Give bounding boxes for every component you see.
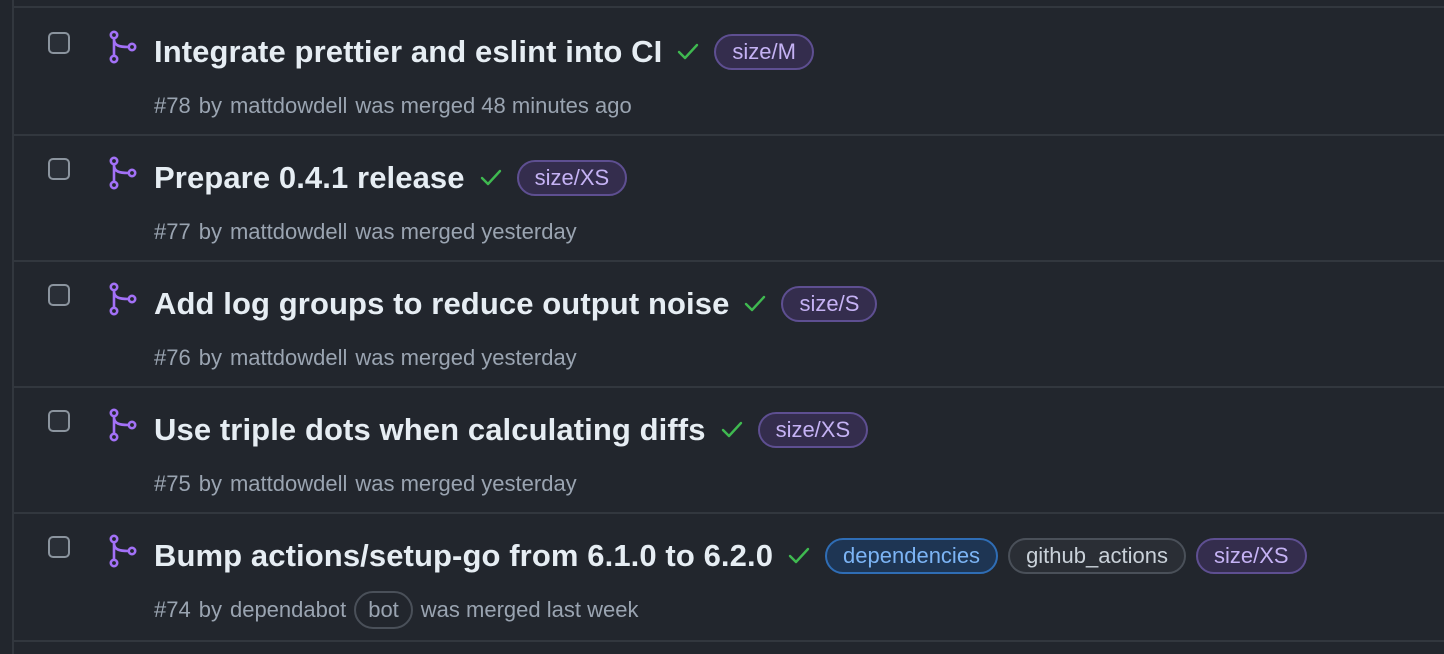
pr-number: #76 [154, 345, 191, 370]
pr-number: #77 [154, 219, 191, 244]
pr-author[interactable]: mattdowdell [230, 219, 347, 245]
pr-by: by [198, 345, 222, 370]
pr-author[interactable]: mattdowdell [230, 93, 347, 119]
git-merge-icon [109, 408, 137, 442]
check-icon[interactable] [718, 416, 746, 444]
pr-meta: #76 by mattdowdell was merged yesterday [154, 336, 577, 380]
pr-title[interactable]: Add log groups to reduce output noise [154, 286, 729, 322]
pr-row[interactable]: Add log groups to reduce output noise si… [14, 260, 1444, 388]
pr-row[interactable]: Bump actions/setup-go from 6.1.0 to 6.2.… [14, 512, 1444, 642]
pr-meta: #74 by dependabot bot was merged last we… [154, 588, 638, 632]
pr-number: #74 [154, 597, 191, 622]
git-merge-icon [109, 534, 137, 568]
label-github-actions[interactable]: github_actions [1008, 538, 1186, 574]
select-checkbox[interactable] [48, 410, 70, 432]
pr-meta: #77 by mattdowdell was merged yesterday [154, 210, 577, 254]
pr-title[interactable]: Prepare 0.4.1 release [154, 160, 465, 196]
git-merge-icon [109, 156, 137, 190]
pr-title[interactable]: Bump actions/setup-go from 6.1.0 to 6.2.… [154, 538, 773, 574]
pr-number: #75 [154, 471, 191, 496]
pr-title[interactable]: Use triple dots when calculating diffs [154, 412, 706, 448]
check-icon[interactable] [785, 542, 813, 570]
pull-request-list: Integrate prettier and eslint into CI si… [12, 0, 1444, 654]
select-checkbox[interactable] [48, 158, 70, 180]
pr-meta: #75 by mattdowdell was merged yesterday [154, 462, 577, 506]
label-size[interactable]: size/S [781, 286, 878, 322]
pr-by: by [198, 93, 222, 118]
pr-status: was merged yesterday [355, 219, 577, 244]
pr-by: by [198, 597, 222, 622]
label-size[interactable]: size/XS [757, 412, 869, 448]
pr-status: was merged 48 minutes ago [355, 93, 632, 118]
pr-by: by [198, 219, 222, 244]
pr-author[interactable]: dependabot [230, 597, 346, 623]
pr-number: #78 [154, 93, 191, 118]
select-checkbox[interactable] [48, 536, 70, 558]
label-size[interactable]: size/XS [1195, 538, 1307, 574]
pr-author[interactable]: mattdowdell [230, 345, 347, 371]
pr-title[interactable]: Integrate prettier and eslint into CI [154, 34, 662, 70]
pr-author[interactable]: mattdowdell [230, 471, 347, 497]
pr-by: by [198, 471, 222, 496]
check-icon[interactable] [674, 38, 702, 66]
check-icon[interactable] [477, 164, 505, 192]
pr-status: was merged yesterday [355, 471, 577, 496]
git-merge-icon [109, 282, 137, 316]
select-checkbox[interactable] [48, 284, 70, 306]
select-checkbox[interactable] [48, 32, 70, 54]
label-dependencies[interactable]: dependencies [825, 538, 999, 574]
check-icon[interactable] [741, 290, 769, 318]
pr-row[interactable]: Use triple dots when calculating diffs s… [14, 386, 1444, 514]
pr-row[interactable]: Integrate prettier and eslint into CI si… [14, 8, 1444, 136]
label-size[interactable]: size/M [714, 34, 814, 70]
pr-status: was merged last week [420, 597, 639, 622]
label-size[interactable]: size/XS [516, 160, 628, 196]
pr-row[interactable]: Prepare 0.4.1 release size/XS #77 by mat… [14, 134, 1444, 262]
pr-status: was merged yesterday [355, 345, 577, 370]
pr-meta: #78 by mattdowdell was merged 48 minutes… [154, 84, 632, 128]
bot-badge: bot [354, 591, 413, 629]
git-merge-icon [109, 30, 137, 64]
